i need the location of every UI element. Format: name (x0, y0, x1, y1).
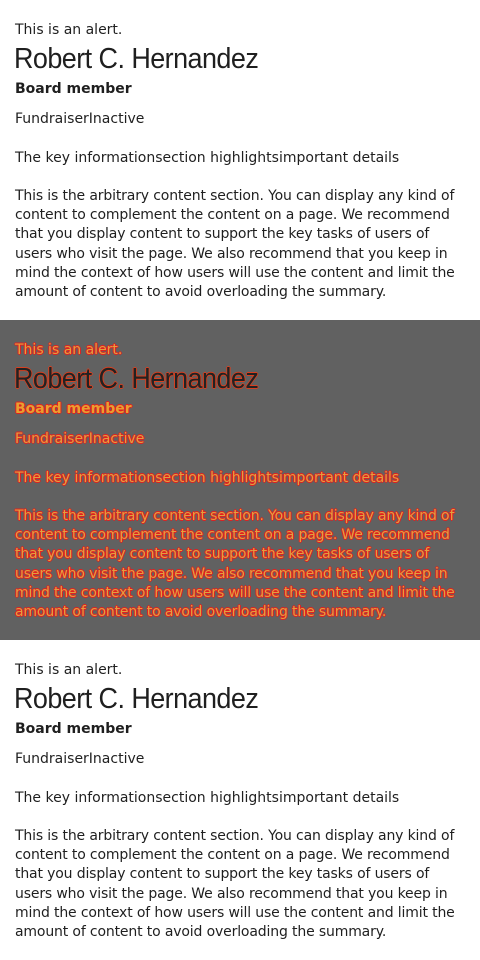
summary-panel-light-2: This is an alert. Robert C. Hernandez Bo… (0, 640, 480, 960)
status-tags: FundraiserInactive (15, 751, 145, 767)
person-name: Robert C. Hernandez (14, 43, 259, 75)
alert-message: This is an alert. (15, 342, 123, 358)
alert-message: This is an alert. (15, 662, 123, 678)
summary-panel-dark: This is an alert. Robert C. Hernandez Bo… (0, 320, 480, 640)
arbitrary-content: This is the arbitrary content section. Y… (15, 828, 455, 941)
person-name: Robert C. Hernandez (14, 363, 259, 395)
arbitrary-content: This is the arbitrary content section. Y… (15, 188, 455, 301)
key-information: The key informationsection highlightsimp… (15, 150, 400, 166)
alert-message: This is an alert. (15, 22, 123, 38)
person-name: Robert C. Hernandez (14, 683, 259, 715)
person-role: Board member (15, 401, 132, 417)
person-role: Board member (15, 721, 132, 737)
status-tags: FundraiserInactive (15, 111, 145, 127)
summary-panel-light: This is an alert. Robert C. Hernandez Bo… (0, 0, 480, 320)
person-role: Board member (15, 81, 132, 97)
key-information: The key informationsection highlightsimp… (15, 790, 400, 806)
status-tags: FundraiserInactive (15, 431, 145, 447)
key-information: The key informationsection highlightsimp… (15, 470, 400, 486)
arbitrary-content: This is the arbitrary content section. Y… (15, 508, 455, 621)
